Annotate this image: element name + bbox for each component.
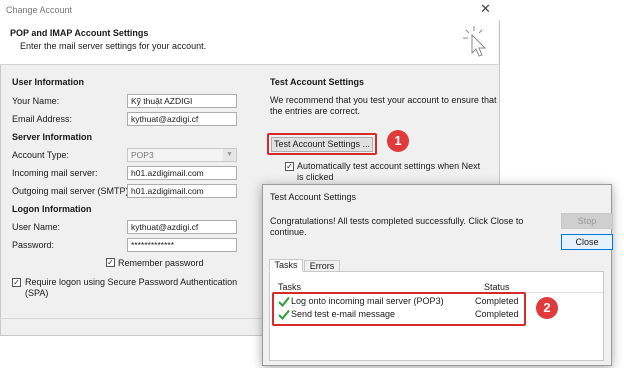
close-button[interactable]: Close (561, 234, 613, 250)
tab-errors[interactable]: Errors (304, 260, 340, 272)
title-bar (0, 0, 500, 20)
your-name-field[interactable]: Kỹ thuật AZDIGI (127, 94, 237, 108)
dialog-message-line1: Congratulations! All tests completed suc… (270, 216, 524, 226)
username-field[interactable]: kythuat@azdigi.cf (127, 220, 237, 234)
test-settings-heading: Test Account Settings (270, 77, 365, 87)
incoming-server-label: Incoming mail server: (12, 168, 98, 178)
close-icon[interactable]: ✕ (480, 2, 491, 17)
username-label: User Name: (12, 222, 61, 232)
remember-password-label: Remember password (118, 258, 204, 268)
spa-label-line1: Require logon using Secure Password Auth… (25, 277, 238, 287)
dialog-message-line2: continue. (270, 227, 307, 237)
email-label: Email Address: (12, 114, 73, 124)
outgoing-server-field[interactable]: h01.azdigimail.com (127, 184, 237, 198)
task-status: Completed (475, 309, 519, 319)
chevron-down-icon: ▼ (223, 149, 236, 161)
spa-checkbox[interactable]: ✓ (12, 278, 21, 287)
table-row: Log onto incoming mail server (POP3) Com… (277, 296, 523, 308)
account-type-select: POP3 (127, 148, 237, 162)
column-header-tasks: Tasks (278, 282, 302, 292)
stop-button[interactable]: Stop (561, 213, 613, 229)
account-type-label: Account Type: (12, 150, 69, 160)
header-subtitle: Enter the mail server settings for your … (20, 41, 207, 51)
test-description-line1: We recommend that you test your account … (270, 95, 497, 105)
server-info-heading: Server Information (12, 132, 93, 142)
task-name: Send test e-mail message (291, 309, 396, 319)
incoming-server-field[interactable]: h01.azdigimail.com (127, 166, 237, 180)
remember-password-checkbox[interactable]: ✓ (106, 258, 115, 267)
checkmark-icon (278, 309, 290, 320)
outgoing-server-label: Outgoing mail server (SMTP): (12, 186, 132, 196)
user-info-heading: User Information (12, 77, 85, 87)
auto-test-label-line1: Automatically test account settings when… (297, 161, 481, 171)
cursor-click-icon (463, 26, 487, 57)
test-description-line2: the entries are correct. (270, 106, 361, 116)
step-badge-2: 2 (536, 297, 558, 319)
checkmark-icon (278, 296, 290, 307)
task-name: Log onto incoming mail server (POP3) (291, 296, 444, 306)
table-row: Send test e-mail message Completed (277, 309, 523, 321)
dialog-title: Test Account Settings (270, 192, 357, 202)
step-badge-1: 1 (387, 130, 409, 152)
your-name-label: Your Name: (12, 96, 60, 106)
tab-tasks[interactable]: Tasks (269, 259, 303, 272)
auto-test-checkbox[interactable]: ✓ (285, 162, 294, 171)
auto-test-label-line2: is clicked (297, 172, 334, 182)
password-field[interactable]: ************* (127, 238, 237, 252)
account-type-value: POP3 (131, 150, 154, 160)
spa-label-line2: (SPA) (25, 288, 49, 298)
test-account-settings-button[interactable]: Test Account Settings ... (271, 137, 373, 152)
logon-info-heading: Logon Information (12, 204, 92, 214)
task-status: Completed (475, 296, 519, 306)
window-title: Change Account (6, 5, 73, 15)
column-header-status: Status (484, 282, 510, 292)
password-label: Password: (12, 240, 55, 250)
email-field[interactable]: kythuat@azdigi.cf (127, 112, 237, 126)
header-title: POP and IMAP Account Settings (10, 28, 149, 38)
